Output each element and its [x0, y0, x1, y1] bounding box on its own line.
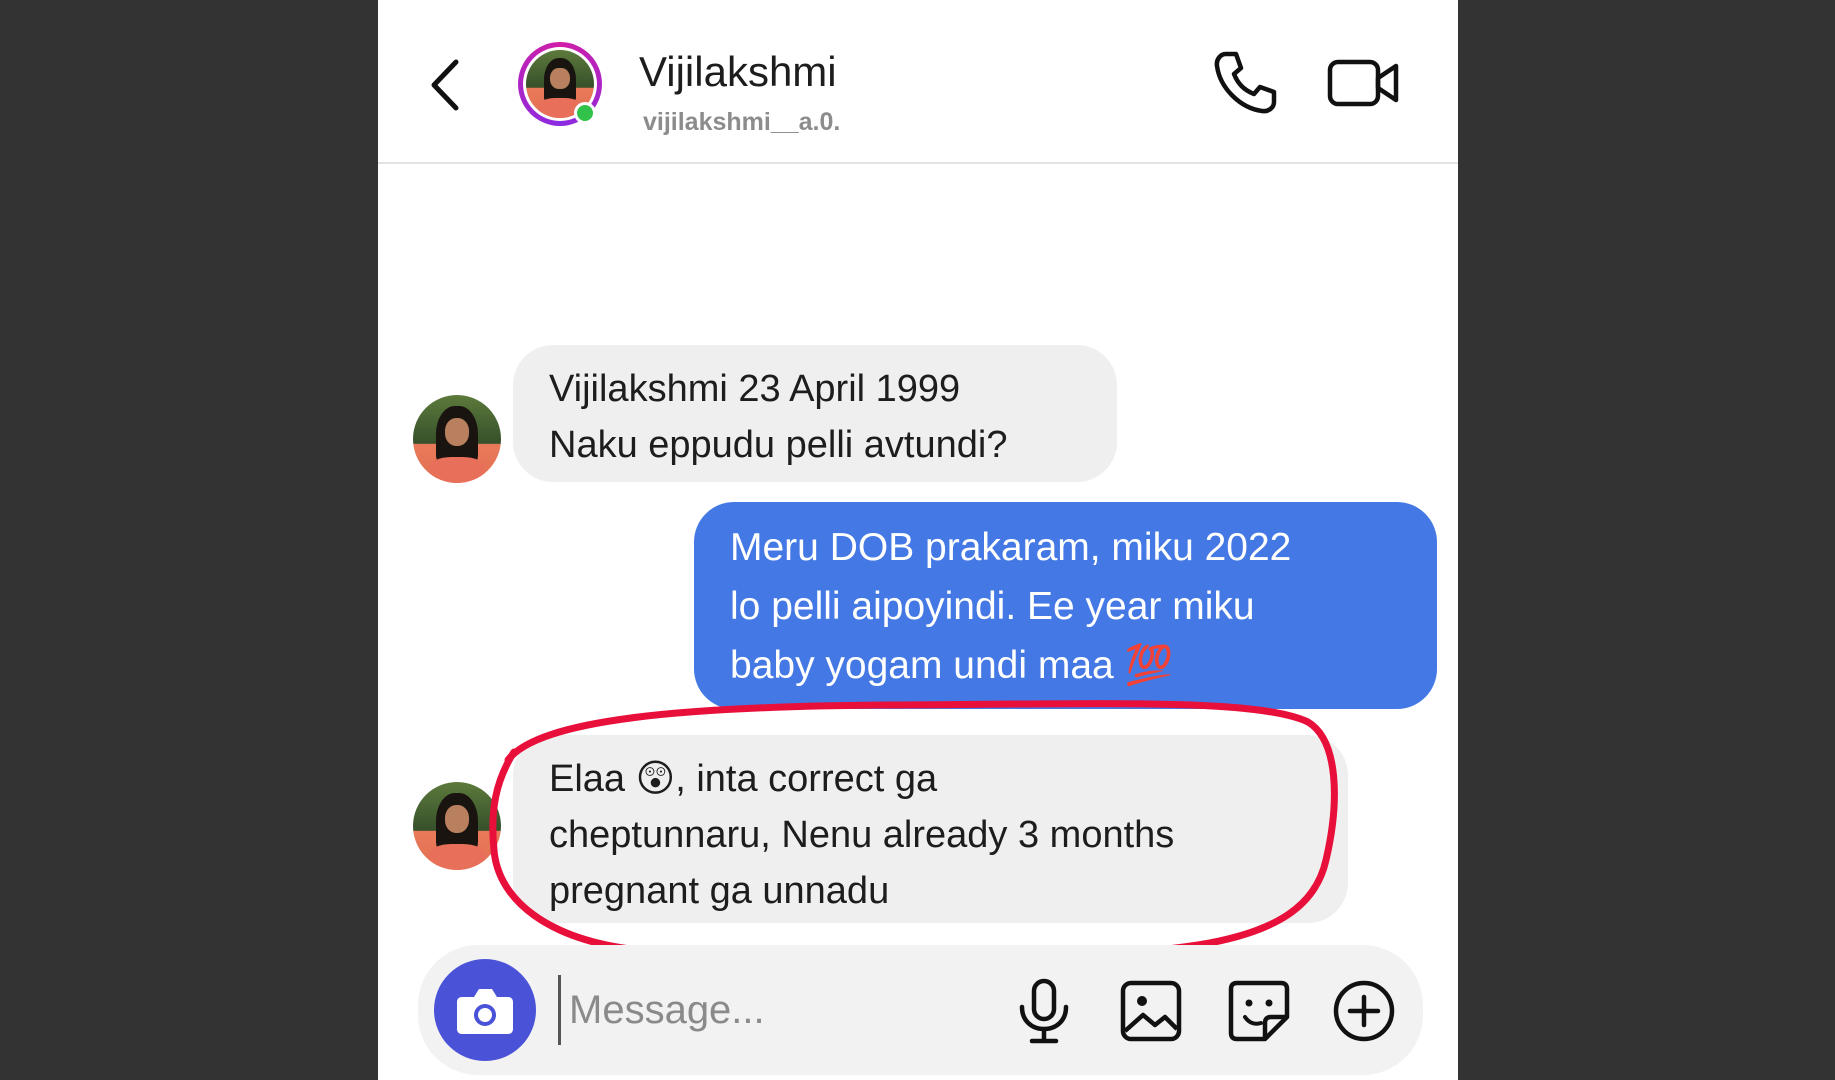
message-line: cheptunnaru, Nenu already 3 months: [549, 814, 1175, 856]
phone-icon: [1214, 51, 1277, 114]
chevron-left-icon: [431, 59, 459, 111]
camera-button[interactable]: [434, 959, 536, 1061]
sender-avatar[interactable]: [413, 782, 501, 870]
sender-avatar[interactable]: [413, 395, 501, 483]
message-input[interactable]: [558, 975, 989, 1045]
message-line: Meru DOB prakaram, miku 2022: [730, 526, 1292, 569]
message-line: Naku eppudu pelli avtundi?: [549, 424, 1008, 466]
plus-circle-icon: [1333, 980, 1395, 1042]
camera-icon: [457, 989, 513, 1034]
chat-screen: Vijilakshmi vijilakshmi__a.0. Vijilakshm…: [378, 0, 1458, 1080]
message-line: Vijilakshmi 23 April 1999: [549, 368, 961, 410]
more-options-button[interactable]: [1328, 975, 1400, 1047]
sticker-button[interactable]: [1223, 975, 1295, 1047]
outgoing-message-bubble[interactable]: Meru DOB prakaram, miku 2022 lo pelli ai…: [694, 502, 1437, 709]
online-status-dot: [574, 102, 596, 124]
sticker-icon: [1228, 980, 1290, 1042]
voice-call-button[interactable]: [1208, 46, 1282, 120]
video-call-button[interactable]: [1326, 50, 1400, 116]
message-composer: [418, 945, 1423, 1075]
message-line: baby yogam undi maa 💯: [730, 644, 1174, 687]
video-camera-icon: [1327, 59, 1399, 107]
chat-header: Vijilakshmi vijilakshmi__a.0.: [378, 0, 1458, 164]
contact-name[interactable]: Vijilakshmi: [639, 48, 837, 96]
contact-username: vijilakshmi__a.0.: [643, 108, 841, 136]
voice-message-button[interactable]: [1008, 975, 1080, 1047]
microphone-icon: [1019, 978, 1069, 1044]
incoming-message-bubble[interactable]: Vijilakshmi 23 April 1999 Naku eppudu pe…: [513, 345, 1117, 482]
message-line: lo pelli aipoyindi. Ee year miku: [730, 585, 1255, 628]
incoming-message-bubble[interactable]: Elaa 😲, inta correct ga cheptunnaru, Nen…: [513, 735, 1348, 923]
gallery-button[interactable]: [1115, 975, 1187, 1047]
message-line: pregnant ga unnadu: [549, 870, 890, 912]
message-line: Elaa 😲, inta correct ga: [549, 758, 938, 800]
image-icon: [1120, 980, 1182, 1042]
back-button[interactable]: [416, 50, 476, 120]
